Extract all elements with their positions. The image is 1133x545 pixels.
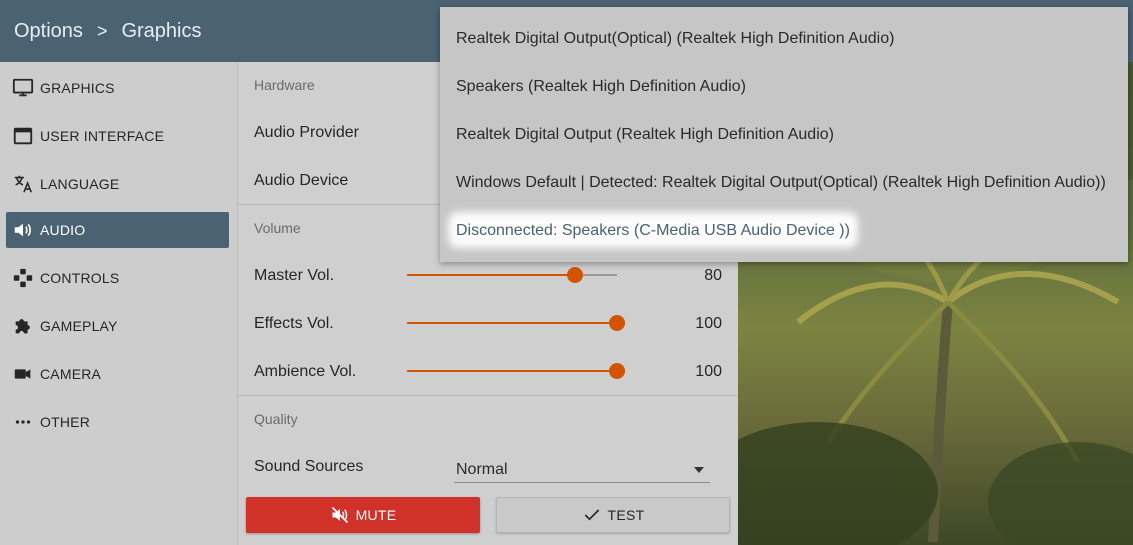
sidebar-item-user-interface[interactable]: USER INTERFACE xyxy=(6,118,229,154)
check-icon xyxy=(584,509,599,521)
test-button[interactable]: TEST xyxy=(496,497,730,533)
master-volume-slider[interactable] xyxy=(407,265,617,285)
dropdown-option[interactable]: Windows Default | Detected: Realtek Digi… xyxy=(456,174,1106,192)
slider-knob[interactable] xyxy=(567,267,583,283)
master-volume-value: 80 xyxy=(704,267,722,284)
dropdown-option[interactable]: Speakers (Realtek High Definition Audio) xyxy=(456,78,746,96)
sidebar: GRAPHICS USER INTERFACE LANGUAGE AUDIO C… xyxy=(0,62,238,545)
sidebar-item-label: CONTROLS xyxy=(40,270,120,286)
audio-provider-label: Audio Provider xyxy=(254,124,359,141)
sidebar-item-language[interactable]: LANGUAGE xyxy=(6,166,229,202)
sound-sources-value: Normal xyxy=(456,460,508,478)
ambience-volume-slider[interactable] xyxy=(407,361,625,381)
effects-volume-value: 100 xyxy=(695,315,722,332)
sidebar-item-label: LANGUAGE xyxy=(40,176,120,192)
sidebar-item-label: AUDIO xyxy=(40,222,86,238)
sidebar-item-controls[interactable]: CONTROLS xyxy=(6,260,229,296)
speaker-icon xyxy=(12,219,34,241)
effects-volume-slider[interactable] xyxy=(407,313,625,333)
puzzle-icon xyxy=(12,315,34,337)
test-button-label: TEST xyxy=(607,507,645,523)
mute-button-label: MUTE xyxy=(355,507,397,523)
sidebar-item-audio[interactable]: AUDIO xyxy=(6,212,229,248)
section-title-volume: Volume xyxy=(254,220,301,236)
breadcrumb-root[interactable]: Options xyxy=(14,20,83,43)
sidebar-item-label: CAMERA xyxy=(40,366,102,382)
dropdown-option[interactable]: Realtek Digital Output (Realtek High Def… xyxy=(456,126,834,144)
sound-sources-select[interactable]: Normal xyxy=(454,457,710,483)
more-dots-icon xyxy=(12,411,34,433)
audio-device-dropdown[interactable]: Realtek Digital Output(Optical) (Realtek… xyxy=(440,7,1128,262)
ambience-volume-label: Ambience Vol. xyxy=(254,363,357,380)
slider-fill xyxy=(407,322,617,324)
slider-fill xyxy=(407,370,617,372)
mute-button[interactable]: MUTE xyxy=(246,497,480,533)
window-icon xyxy=(12,125,34,147)
monitor-icon xyxy=(12,77,34,99)
mute-icon xyxy=(331,506,348,524)
gamepad-icon xyxy=(12,267,34,289)
sidebar-item-label: USER INTERFACE xyxy=(40,128,165,144)
section-divider xyxy=(238,395,738,396)
slider-knob[interactable] xyxy=(609,315,625,331)
ambience-volume-value: 100 xyxy=(695,363,722,380)
translate-icon xyxy=(12,173,34,195)
sidebar-item-label: OTHER xyxy=(40,414,90,430)
dropdown-option-highlighted[interactable]: Disconnected: Speakers (C-Media USB Audi… xyxy=(456,220,850,242)
breadcrumb-separator: > xyxy=(96,20,108,41)
sidebar-item-label: GRAPHICS xyxy=(40,80,115,96)
audio-device-label: Audio Device xyxy=(254,172,349,189)
slider-fill xyxy=(407,274,575,276)
sidebar-item-label: GAMEPLAY xyxy=(40,318,118,334)
chevron-down-icon xyxy=(694,466,704,473)
sidebar-item-camera[interactable]: CAMERA xyxy=(6,356,229,392)
sidebar-item-graphics[interactable]: GRAPHICS xyxy=(6,70,229,106)
master-volume-label: Master Vol. xyxy=(254,267,335,284)
sidebar-item-other[interactable]: OTHER xyxy=(6,404,229,440)
sidebar-item-gameplay[interactable]: GAMEPLAY xyxy=(6,308,229,344)
section-title-hardware: Hardware xyxy=(254,77,315,93)
camera-icon xyxy=(12,363,34,385)
breadcrumb-current: Graphics xyxy=(121,19,202,42)
slider-knob[interactable] xyxy=(609,363,625,379)
section-title-quality: Quality xyxy=(254,411,298,427)
dropdown-option[interactable]: Realtek Digital Output(Optical) (Realtek… xyxy=(456,30,894,48)
sound-sources-label: Sound Sources xyxy=(254,458,364,475)
effects-volume-label: Effects Vol. xyxy=(254,315,334,332)
